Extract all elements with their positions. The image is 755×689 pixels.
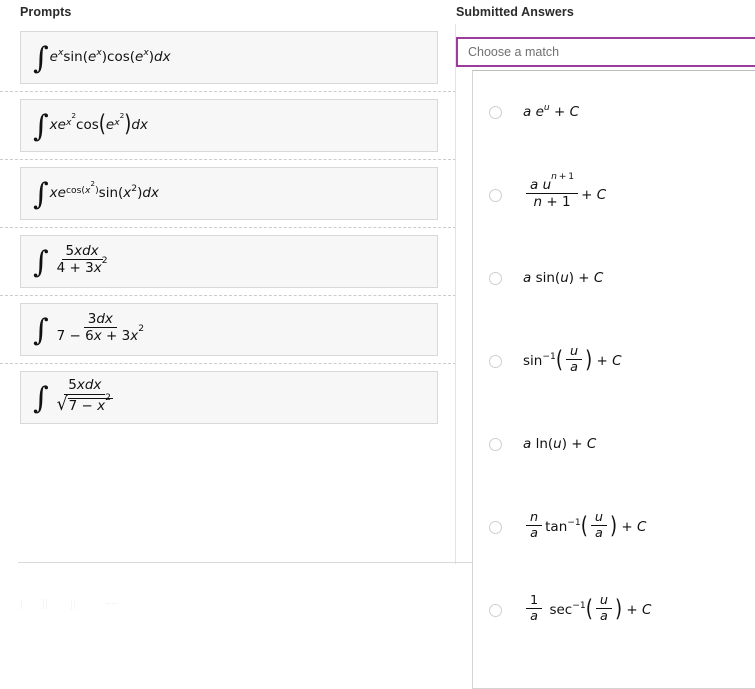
option-expression-6: n a tan −1( u a ) + C <box>523 511 755 543</box>
prompt-row[interactable]: ∫ xe x2 cos(e x2) dx <box>0 92 456 160</box>
integral-sign: ∫ <box>33 108 49 144</box>
option-row[interactable]: 1 a sec −1( u a ) + C <box>473 569 755 652</box>
submitted-answers-column-header: Submitted Answers <box>456 5 574 19</box>
prompt-row[interactable]: ∫ 5xdx √ 7 − x2 <box>0 364 456 431</box>
radio-icon[interactable] <box>489 521 502 534</box>
radio-icon[interactable] <box>489 106 502 119</box>
column-divider <box>455 24 456 564</box>
radio-icon[interactable] <box>489 355 502 368</box>
prompt-expression-3: ∫ xe cos(x2) sin(x 2) dx <box>33 176 159 212</box>
prompt-expression-1: ∫ e x sin(e x)cos(e x) dx <box>33 40 171 76</box>
match-options-dropdown[interactable]: a eu + C a un + 1 n + 1 + C a sin(u) + C… <box>472 70 755 689</box>
integral-sign: ∫ <box>33 312 49 348</box>
prompt-expression-5: ∫ 3dx 7 − 6x + 3x2 <box>33 310 145 348</box>
option-row[interactable]: n a tan −1( u a ) + C <box>473 486 755 569</box>
prompt-box-1[interactable]: ∫ e x sin(e x)cos(e x) dx <box>20 31 438 84</box>
option-row[interactable]: a sin(u) + C <box>473 237 755 320</box>
option-row[interactable]: a un + 1 n + 1 + C <box>473 154 755 237</box>
choose-a-match-placeholder: Choose a match <box>468 45 560 59</box>
prompt-row[interactable]: ∫ xe cos(x2) sin(x 2) dx <box>0 160 456 228</box>
integral-sign: ∫ <box>33 380 49 416</box>
option-expression-2: a un + 1 n + 1 + C <box>523 172 755 211</box>
option-expression-1: a eu + C <box>523 102 580 120</box>
radio-icon[interactable] <box>489 604 502 617</box>
option-row[interactable]: a ln(u) + C <box>473 403 755 486</box>
prompt-expression-2: ∫ xe x2 cos(e x2) dx <box>33 108 148 144</box>
prompt-expression-6: ∫ 5xdx √ 7 − x2 <box>33 377 113 416</box>
bottom-faint-artifact: | || || −− <box>0 596 455 626</box>
prompt-box-3[interactable]: ∫ xe cos(x2) sin(x 2) dx <box>20 167 438 220</box>
radio-icon[interactable] <box>489 272 502 285</box>
integral-sign: ∫ <box>33 176 49 212</box>
radio-icon[interactable] <box>489 189 502 202</box>
square-root: √ 7 − x2 <box>56 391 113 415</box>
prompt-box-5[interactable]: ∫ 3dx 7 − 6x + 3x2 <box>20 303 438 356</box>
choose-a-match-select[interactable]: Choose a match <box>456 37 755 67</box>
prompt-box-2[interactable]: ∫ xe x2 cos(e x2) dx <box>20 99 438 152</box>
option-expression-7: 1 a sec −1( u a ) + C <box>523 594 755 626</box>
radio-icon[interactable] <box>489 438 502 451</box>
option-expression-5: a ln(u) + C <box>523 435 597 452</box>
option-row[interactable]: a eu + C <box>473 71 755 154</box>
option-expression-4: sin −1( u a ) + C <box>523 343 622 376</box>
prompts-list: ∫ e x sin(e x)cos(e x) dx ∫ xe x2 cos(e x2) dx ∫ xe c… <box>0 24 456 564</box>
prompt-row[interactable]: ∫ e x sin(e x)cos(e x) dx <box>0 24 456 92</box>
integral-sign: ∫ <box>33 40 49 76</box>
prompt-row[interactable]: ∫ 3dx 7 − 6x + 3x2 <box>0 296 456 364</box>
prompt-box-4[interactable]: ∫ 5xdx 4 + 3x2 <box>20 235 438 288</box>
prompts-column-header: Prompts <box>20 5 72 19</box>
prompt-expression-4: ∫ 5xdx 4 + 3x2 <box>33 242 108 280</box>
option-row[interactable]: sin −1( u a ) + C <box>473 320 755 403</box>
option-expression-3: a sin(u) + C <box>523 269 604 286</box>
prompt-row[interactable]: ∫ 5xdx 4 + 3x2 <box>0 228 456 296</box>
prompt-box-6[interactable]: ∫ 5xdx √ 7 − x2 <box>20 371 438 424</box>
integral-sign: ∫ <box>33 244 49 280</box>
